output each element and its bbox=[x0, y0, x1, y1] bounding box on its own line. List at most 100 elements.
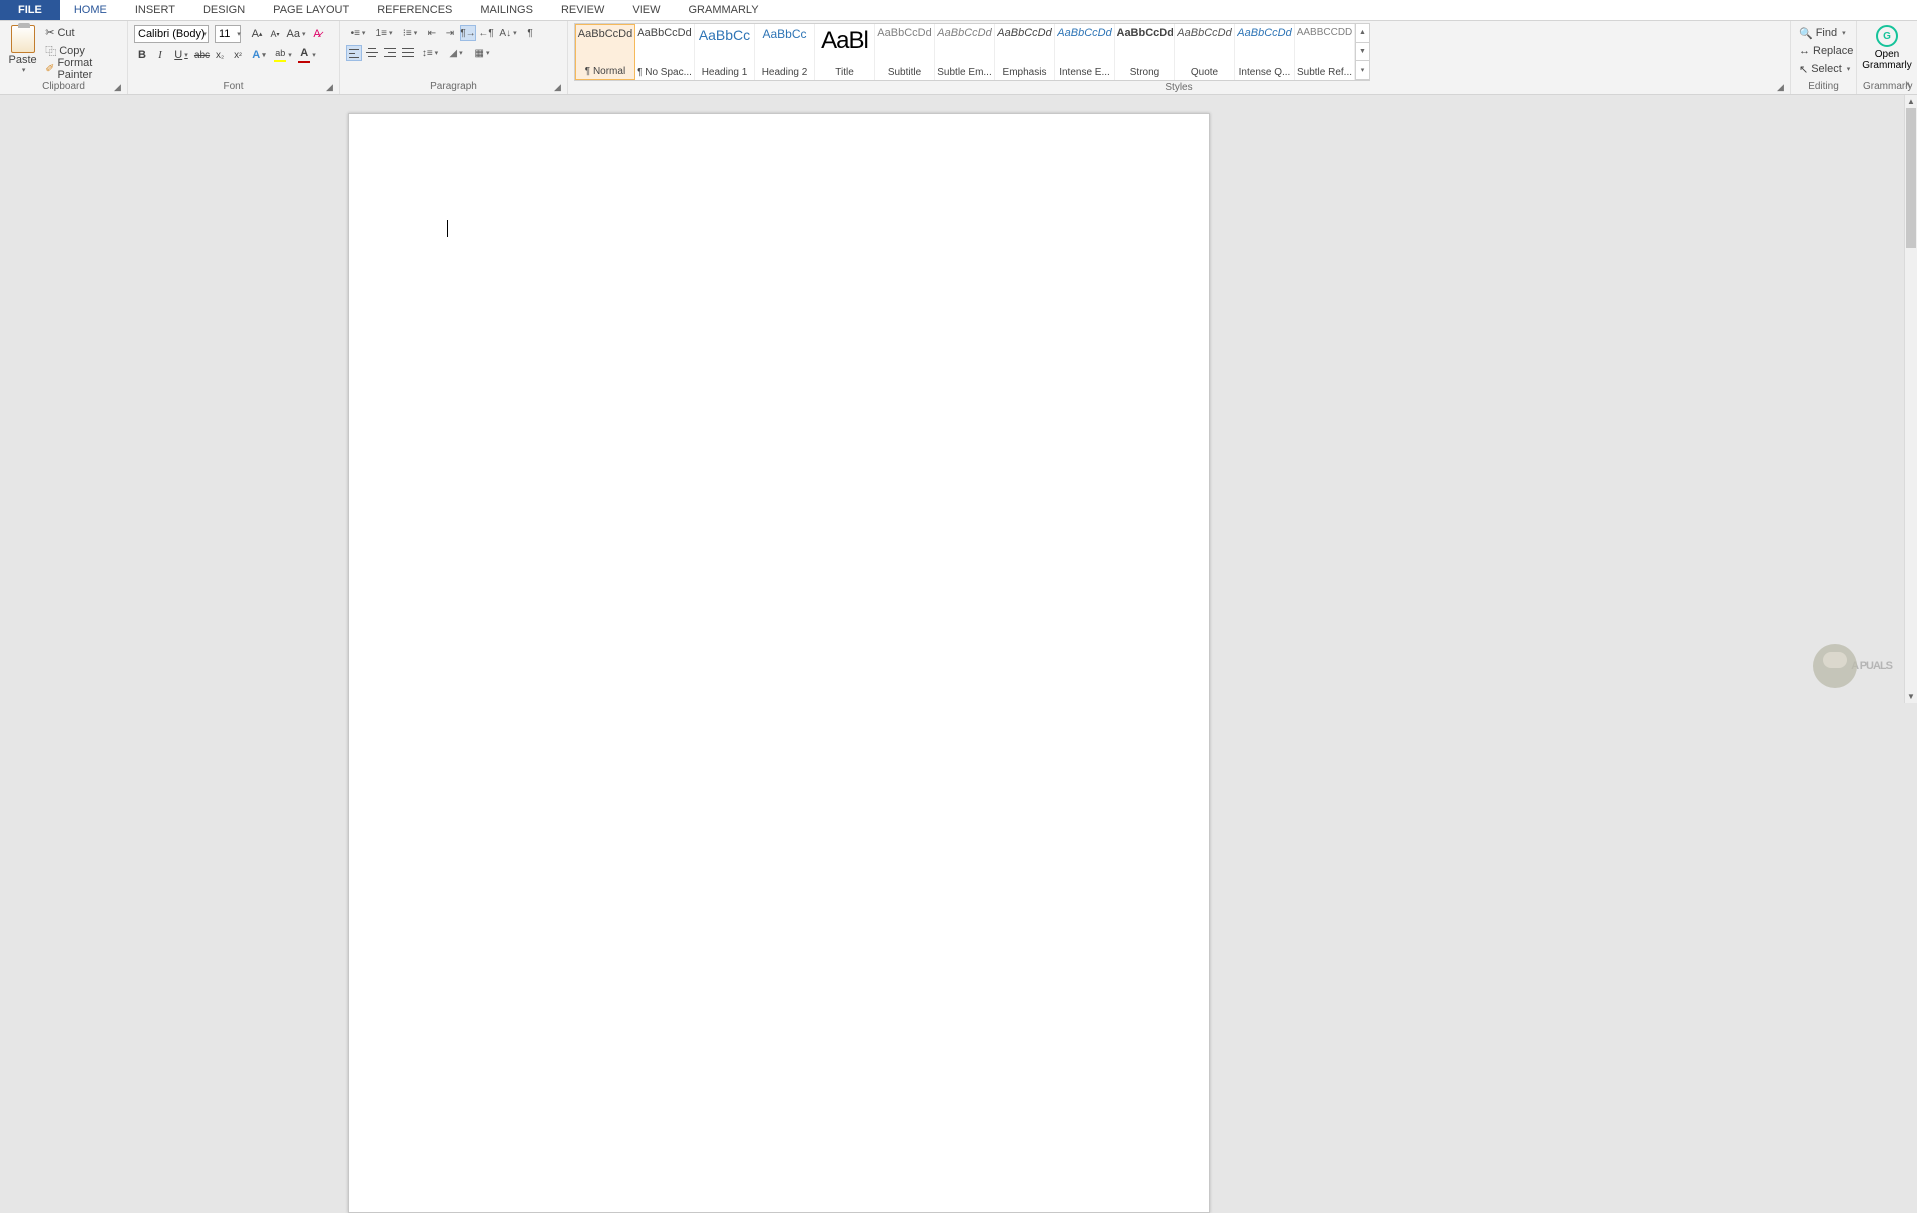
grow-font-button[interactable]: A▴ bbox=[249, 26, 265, 42]
style-quote[interactable]: AaBbCcDdQuote bbox=[1175, 24, 1235, 80]
align-center-button[interactable] bbox=[364, 45, 380, 61]
align-left-button[interactable] bbox=[346, 45, 362, 61]
style-heading-2[interactable]: AaBbCcHeading 2 bbox=[755, 24, 815, 80]
tab-home[interactable]: HOME bbox=[60, 0, 121, 20]
subscript-button[interactable]: x bbox=[212, 47, 228, 63]
tab-view[interactable]: VIEW bbox=[618, 0, 674, 20]
styles-more[interactable]: ▾ bbox=[1356, 61, 1369, 80]
text-effects-button[interactable]: A bbox=[248, 47, 270, 63]
clipboard-group-label: Clipboard bbox=[6, 80, 121, 94]
increase-indent-button[interactable]: ⇥ bbox=[442, 25, 458, 41]
underline-button[interactable]: U bbox=[170, 47, 192, 63]
clipboard-icon bbox=[11, 25, 35, 53]
cut-button[interactable]: ✂Cut bbox=[43, 24, 121, 41]
font-color-button[interactable]: A bbox=[296, 47, 318, 63]
clipboard-launcher[interactable]: ◢ bbox=[114, 82, 124, 92]
replace-icon: ↔ bbox=[1799, 45, 1810, 57]
style-subtle-em---[interactable]: AaBbCcDdSubtle Em... bbox=[935, 24, 995, 80]
tab-grammarly[interactable]: GRAMMARLY bbox=[674, 0, 772, 20]
select-label: Select bbox=[1811, 63, 1842, 75]
font-name-dropdown[interactable]: ▾ bbox=[197, 26, 213, 42]
tab-insert[interactable]: INSERT bbox=[121, 0, 189, 20]
ribbon-tabs: FILE HOME INSERT DESIGN PAGE LAYOUT REFE… bbox=[0, 0, 1917, 21]
style-preview: AaBbCcDd bbox=[1177, 27, 1233, 39]
copy-label: Copy bbox=[59, 45, 85, 57]
bullets-button[interactable]: •≡ bbox=[346, 25, 370, 41]
style-label: ¶ No Spac... bbox=[637, 67, 693, 78]
style-label: Intense Q... bbox=[1237, 67, 1293, 78]
style-preview: AaBl bbox=[817, 27, 873, 55]
ltr-direction-button[interactable]: ¶→ bbox=[460, 25, 476, 41]
font-launcher[interactable]: ◢ bbox=[326, 82, 336, 92]
select-button[interactable]: ↖Select bbox=[1797, 60, 1852, 78]
paragraph-group-label: Paragraph bbox=[346, 80, 561, 94]
tab-references[interactable]: REFERENCES bbox=[363, 0, 466, 20]
open-grammarly-button[interactable]: Open Grammarly bbox=[1856, 23, 1917, 73]
paragraph-launcher[interactable]: ◢ bbox=[554, 82, 564, 92]
change-case-button[interactable]: Aa bbox=[285, 26, 307, 42]
style-emphasis[interactable]: AaBbCcDdEmphasis bbox=[995, 24, 1055, 80]
line-spacing-button[interactable]: ↕≡ bbox=[418, 45, 442, 61]
tab-design[interactable]: DESIGN bbox=[189, 0, 259, 20]
watermark: A PUALS bbox=[1813, 644, 1892, 688]
tab-review[interactable]: REVIEW bbox=[547, 0, 618, 20]
strikethrough-button[interactable]: abc bbox=[194, 47, 210, 63]
clear-formatting-button[interactable]: A̷ bbox=[309, 26, 325, 42]
collapse-ribbon-button[interactable]: ˄ bbox=[1905, 80, 1911, 91]
style-label: Title bbox=[817, 67, 873, 78]
format-painter-button[interactable]: ✐Format Painter bbox=[43, 60, 121, 77]
style-preview: AaBbCcDd bbox=[877, 27, 933, 39]
style-title[interactable]: AaBl Title bbox=[815, 24, 875, 80]
styles-row-up[interactable]: ▲ bbox=[1356, 24, 1369, 43]
style---no-spac---[interactable]: AaBbCcDd¶ No Spac... bbox=[635, 24, 695, 80]
tab-page-layout[interactable]: PAGE LAYOUT bbox=[259, 0, 363, 20]
styles-row-down[interactable]: ▼ bbox=[1356, 43, 1369, 62]
group-font: ▾ ▾ A▴ A▾ Aa A̷ B I U abc x x A ab A Fon… bbox=[128, 21, 340, 94]
style-subtitle[interactable]: AaBbCcDdSubtitle bbox=[875, 24, 935, 80]
shading-button[interactable]: ◢ bbox=[444, 45, 468, 61]
style-label: Intense E... bbox=[1057, 67, 1113, 78]
style-preview: AaBbCcDd bbox=[1237, 27, 1293, 39]
styles-launcher[interactable]: ◢ bbox=[1777, 82, 1787, 92]
paste-button[interactable]: Paste bbox=[6, 23, 39, 74]
format-painter-label: Format Painter bbox=[57, 57, 119, 81]
font-size-dropdown[interactable]: ▾ bbox=[231, 26, 247, 42]
style-strong[interactable]: AaBbCcDdStrong bbox=[1115, 24, 1175, 80]
style-label: Heading 1 bbox=[697, 67, 753, 78]
borders-button[interactable]: ▦ bbox=[470, 45, 494, 61]
align-justify-button[interactable] bbox=[400, 45, 416, 61]
bold-button[interactable]: B bbox=[134, 47, 150, 63]
style-intense-q---[interactable]: AaBbCcDd Intense Q... bbox=[1235, 24, 1295, 80]
vertical-scrollbar[interactable]: ▲ ▼ bbox=[1904, 95, 1917, 703]
align-right-button[interactable] bbox=[382, 45, 398, 61]
ribbon: Paste ✂Cut ⿻Copy ✐Format Painter Clipboa… bbox=[0, 21, 1917, 95]
find-button[interactable]: 🔍Find bbox=[1797, 24, 1848, 42]
document-page[interactable] bbox=[348, 113, 1210, 1213]
shrink-font-button[interactable]: A▾ bbox=[267, 26, 283, 42]
styles-gallery: AaBbCcDd¶ NormalAaBbCcDd¶ No Spac...AaBb… bbox=[574, 23, 1370, 81]
replace-button[interactable]: ↔Replace bbox=[1797, 42, 1855, 60]
style-intense-e---[interactable]: AaBbCcDdIntense E... bbox=[1055, 24, 1115, 80]
style-heading-1[interactable]: AaBbCcHeading 1 bbox=[695, 24, 755, 80]
highlight-button[interactable]: ab bbox=[272, 47, 294, 63]
tab-mailings[interactable]: MAILINGS bbox=[466, 0, 547, 20]
scroll-thumb[interactable] bbox=[1906, 108, 1916, 248]
style---normal[interactable]: AaBbCcDd¶ Normal bbox=[575, 24, 635, 80]
decrease-indent-button[interactable]: ⇤ bbox=[424, 25, 440, 41]
scroll-down-button[interactable]: ▼ bbox=[1905, 690, 1917, 703]
italic-button[interactable]: I bbox=[152, 47, 168, 63]
open-grammarly-label: Open Grammarly bbox=[1862, 49, 1911, 71]
superscript-button[interactable]: x bbox=[230, 47, 246, 63]
sort-button[interactable]: A↓ bbox=[496, 25, 520, 41]
editing-group-label: Editing bbox=[1797, 80, 1850, 94]
numbering-button[interactable]: 1≡ bbox=[372, 25, 396, 41]
style-subtle-ref---[interactable]: AABBCCDDSubtle Ref... bbox=[1295, 24, 1355, 80]
show-marks-button[interactable]: ¶ bbox=[522, 25, 538, 41]
style-label: Subtle Ref... bbox=[1297, 67, 1353, 78]
group-editing: 🔍Find ↔Replace ↖Select Editing bbox=[1791, 21, 1857, 94]
tab-file[interactable]: FILE bbox=[0, 0, 60, 20]
rtl-direction-button[interactable]: ←¶ bbox=[478, 25, 494, 41]
grammarly-group-label: Grammarly bbox=[1863, 80, 1911, 94]
scroll-up-button[interactable]: ▲ bbox=[1905, 95, 1917, 108]
multilevel-list-button[interactable]: ⁝≡ bbox=[398, 25, 422, 41]
